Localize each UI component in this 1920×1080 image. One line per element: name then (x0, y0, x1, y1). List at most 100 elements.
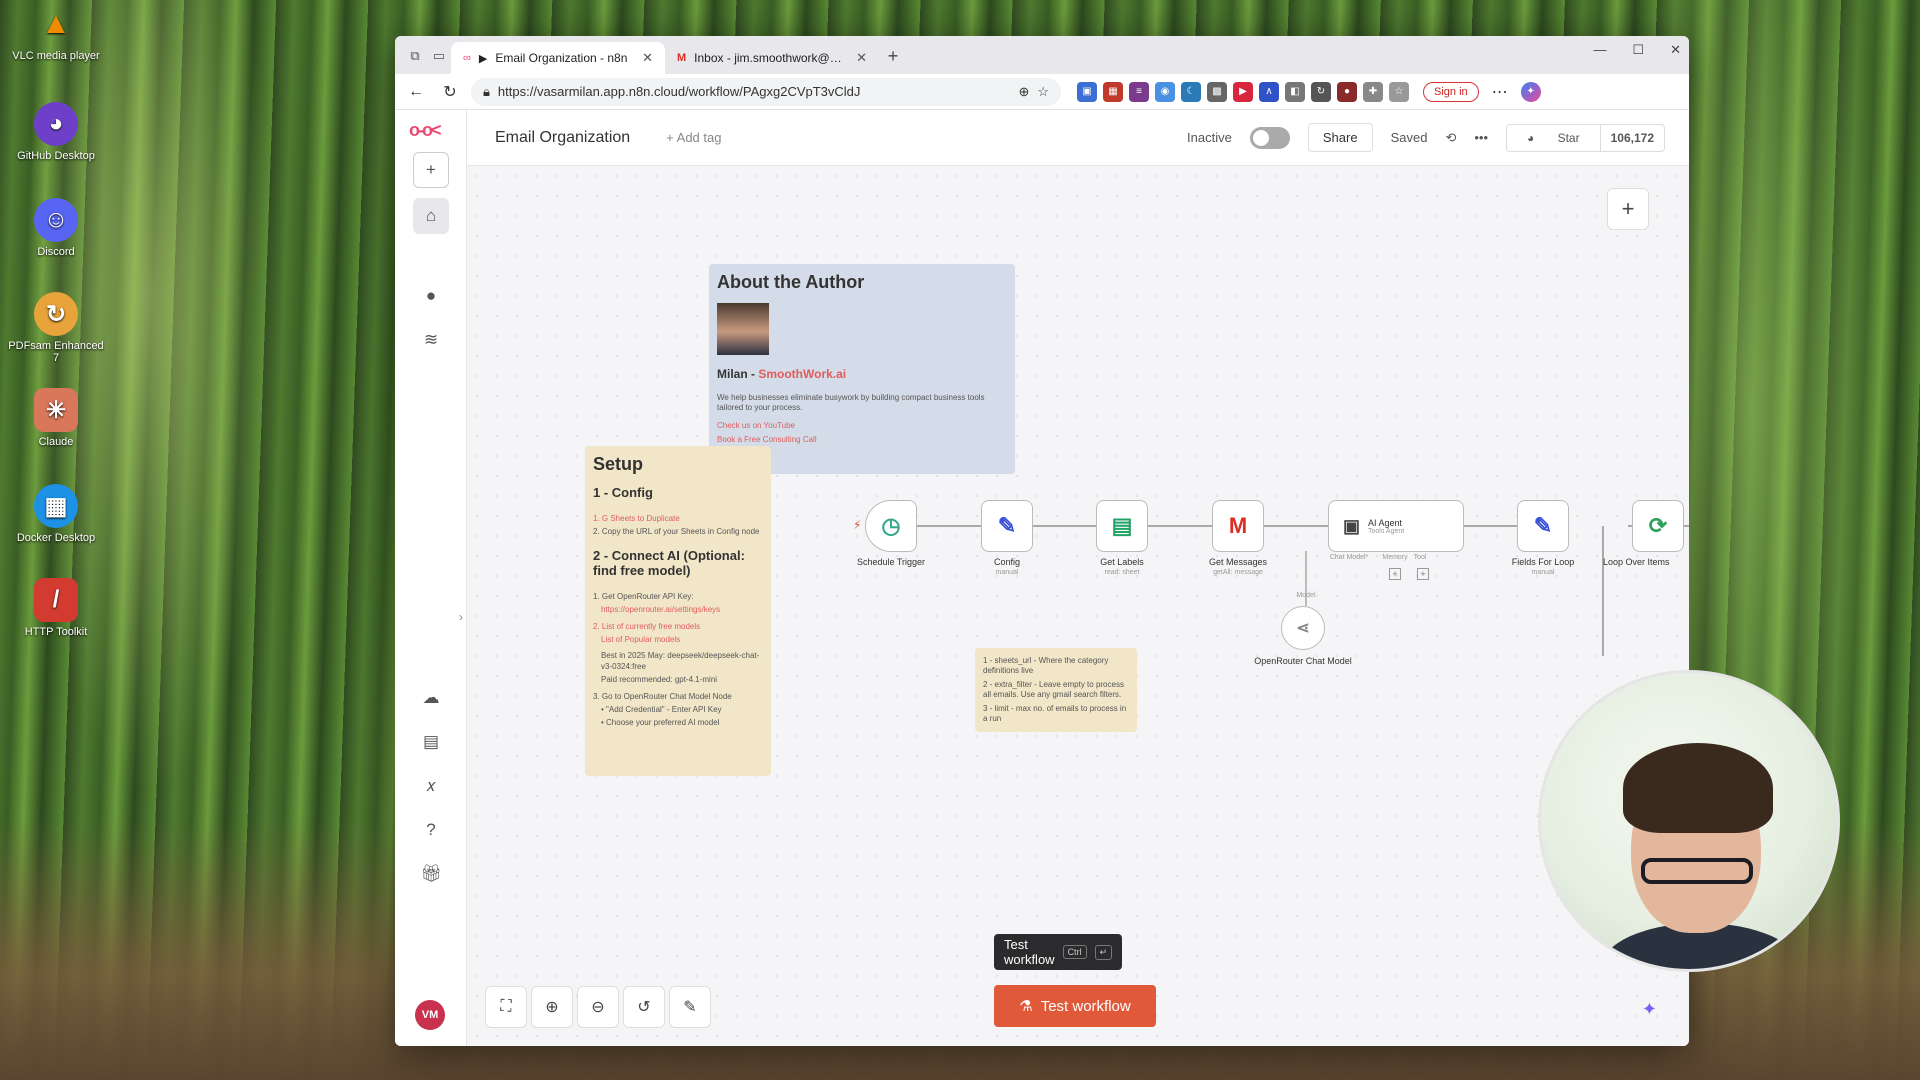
star-count: 106,172 (1599, 124, 1664, 151)
maximize-icon[interactable]: ☐ (1632, 42, 1644, 58)
tab-gmail[interactable]: M Inbox - jim.smoothwork@gmail.c ✕ (665, 42, 879, 74)
presenter-glasses (1641, 858, 1753, 884)
setup-section-ai: 2 - Connect AI (Optional: find free mode… (593, 547, 745, 578)
user-icon[interactable]: ● (413, 278, 449, 314)
cloud-icon[interactable]: ☁ (413, 680, 449, 716)
tab-n8n[interactable]: ∞ ▶ Email Organization - n8n ✕ (451, 42, 665, 74)
desktop-icon-label: VLC media player (12, 50, 100, 62)
github-icon: ◕ (1527, 130, 1538, 145)
github-star-button[interactable]: ◕ Star 106,172 (1506, 123, 1665, 152)
test-workflow-button[interactable]: ⚗︎ Test workflow (994, 985, 1156, 1027)
n8n-logo-icon[interactable]: o-o< (409, 120, 441, 141)
desktop-icon-claude[interactable]: ✳ Claude (6, 388, 106, 448)
extension-icon[interactable]: ◉ (1155, 81, 1175, 102)
node-subtitle: manual (1531, 569, 1555, 576)
home-icon[interactable]: ⌂ (413, 198, 449, 234)
extension-icon[interactable]: ● (1337, 81, 1357, 102)
popular-models-link[interactable]: List of Popular models (593, 635, 763, 645)
consulting-link[interactable]: Book a Free Consulting Call (717, 435, 1007, 445)
favorites-icon[interactable]: ☆ (1389, 81, 1409, 102)
zoom-icon[interactable]: ⊕ (1018, 84, 1029, 100)
desktop-icon-vlc[interactable]: ▲ VLC media player (6, 2, 106, 62)
openrouter-icon: ⋖ (1281, 606, 1325, 650)
vertical-tabs-icon[interactable]: ▭ (427, 44, 451, 68)
copilot-icon[interactable]: ✦ (1520, 81, 1541, 102)
desktop-icon-docker[interactable]: ▦ Docker Desktop (6, 484, 106, 544)
extension-icon[interactable]: ▦ (1103, 81, 1123, 102)
layers-icon[interactable]: ≋ (413, 322, 449, 358)
author-link[interactable]: SmoothWork.ai (758, 367, 846, 381)
create-plus-icon[interactable]: + (413, 152, 449, 188)
port-label-tool: Tool (1413, 554, 1427, 561)
youtube-link[interactable]: Check us on YouTube (717, 421, 1007, 431)
node-label: AI Agent (1368, 517, 1403, 528)
sign-in-button[interactable]: Sign in (1423, 81, 1479, 102)
extension-icon[interactable]: ▣ (1077, 81, 1097, 102)
templates-icon[interactable]: ▤ (413, 724, 449, 760)
setup-step: 2. Copy the URL of your Sheets in Config… (593, 527, 760, 537)
fit-view-icon[interactable]: ⛶ (485, 986, 527, 1028)
setup-bullet: Choose your preferred AI model (606, 718, 720, 728)
more-options-icon[interactable]: ••• (1474, 130, 1488, 145)
avatar[interactable]: VM (415, 1000, 445, 1030)
extension-icon[interactable]: ☾ (1181, 81, 1201, 102)
puzzle-icon[interactable]: ✚ (1363, 81, 1383, 102)
help-icon[interactable]: ? (413, 812, 449, 848)
config-note: 1 - sheets_url - Where the category defi… (983, 656, 1109, 676)
close-icon[interactable]: ✕ (642, 50, 653, 66)
history-icon[interactable]: ⟲ (1445, 130, 1456, 146)
desktop-icon-label: PDFsam Enhanced 7 (8, 340, 104, 364)
test-workflow-tooltip: Test workflow Ctrl ↵ (994, 934, 1122, 970)
desktop-icon-github[interactable]: ◕ GitHub Desktop (6, 102, 106, 162)
add-tag-button[interactable]: + Add tag (666, 130, 721, 145)
more-menu-icon[interactable]: ⋯ (1487, 79, 1513, 105)
node-label: Config (993, 557, 1020, 567)
extension-icon[interactable]: ▩ (1207, 81, 1227, 102)
favorite-star-icon[interactable]: ☆ (1037, 84, 1049, 100)
ai-assistant-sparkle-icon[interactable]: ✦ (1642, 999, 1657, 1020)
add-node-button[interactable]: + (1607, 188, 1649, 230)
extension-icon[interactable]: ∧ (1259, 81, 1279, 102)
port-label-model: Model (1296, 592, 1316, 599)
setup-step: 3. Go to OpenRouter Chat Model Node (593, 691, 732, 701)
tab-label: Email Organization - n8n (495, 51, 628, 65)
minimize-icon[interactable]: — (1593, 42, 1606, 58)
free-models-link[interactable]: 2. List of currently free models (593, 622, 763, 632)
extension-icon[interactable]: ▶ (1233, 81, 1253, 102)
zoom-in-icon[interactable]: ⊕ (531, 986, 573, 1028)
tidy-up-icon[interactable]: ✎ (669, 986, 711, 1028)
extension-icon[interactable]: ◧ (1285, 81, 1305, 102)
active-toggle[interactable] (1249, 126, 1290, 149)
reset-zoom-icon[interactable]: ↺ (623, 986, 665, 1028)
desktop-icon-discord[interactable]: ☺ Discord (6, 198, 106, 258)
sticky-note-author[interactable]: About the Author Milan - SmoothWork.ai W… (709, 264, 1015, 474)
workflow-canvas[interactable]: + About the Author Milan - SmoothWork.ai… (467, 166, 1689, 1046)
workspaces-icon[interactable]: ⧉ (403, 44, 427, 68)
close-window-icon[interactable]: ✕ (1670, 42, 1681, 58)
address-bar[interactable]: 🔒︎ https://vasarmilan.app.n8n.cloud/work… (471, 77, 1061, 106)
reload-icon[interactable]: ↻ (437, 79, 463, 105)
workflow-name[interactable]: Email Organization (495, 129, 630, 147)
sticky-note-setup[interactable]: Setup 1 - Config 1. G Sheets to Duplicat… (585, 446, 771, 776)
expand-sidebar-chevron-icon[interactable]: › (459, 610, 463, 624)
back-arrow-icon[interactable]: ← (403, 79, 429, 105)
desktop-icon-httptoolkit[interactable]: / HTTP Toolkit (6, 578, 106, 638)
desktop-icon-pdfsam[interactable]: ↻ PDFsam Enhanced 7 (6, 292, 106, 364)
extension-icon[interactable]: ≡ (1129, 81, 1149, 102)
share-button[interactable]: Share (1307, 123, 1373, 152)
n8n-app: o-o< + ⌂ ● ≋ ☁ ▤ 𝑥 ? 🎁︎ VM › Email Organ… (395, 110, 1689, 1046)
new-tab-button[interactable]: + (879, 42, 907, 70)
openrouter-keys-link[interactable]: https://openrouter.ai/settings/keys (593, 605, 763, 615)
add-memory-icon[interactable]: + (1389, 568, 1401, 580)
window-controls: — ☐ ✕ (1593, 42, 1681, 58)
star-label: Star (1557, 130, 1580, 145)
close-icon[interactable]: ✕ (856, 50, 867, 66)
setup-step[interactable]: 1. G Sheets to Duplicate (593, 514, 763, 524)
header-actions: Inactive Share Saved ⟲ ••• ◕ Star 106,17… (1187, 123, 1665, 152)
extension-icon[interactable]: ↻ (1311, 81, 1331, 102)
variables-icon[interactable]: 𝑥 (413, 768, 449, 804)
add-tool-icon[interactable]: + (1417, 568, 1429, 580)
sticky-note-config[interactable]: 1 - sheets_url - Where the category defi… (975, 648, 1137, 732)
zoom-out-icon[interactable]: ⊖ (577, 986, 619, 1028)
gift-icon[interactable]: 🎁︎ (413, 856, 449, 892)
